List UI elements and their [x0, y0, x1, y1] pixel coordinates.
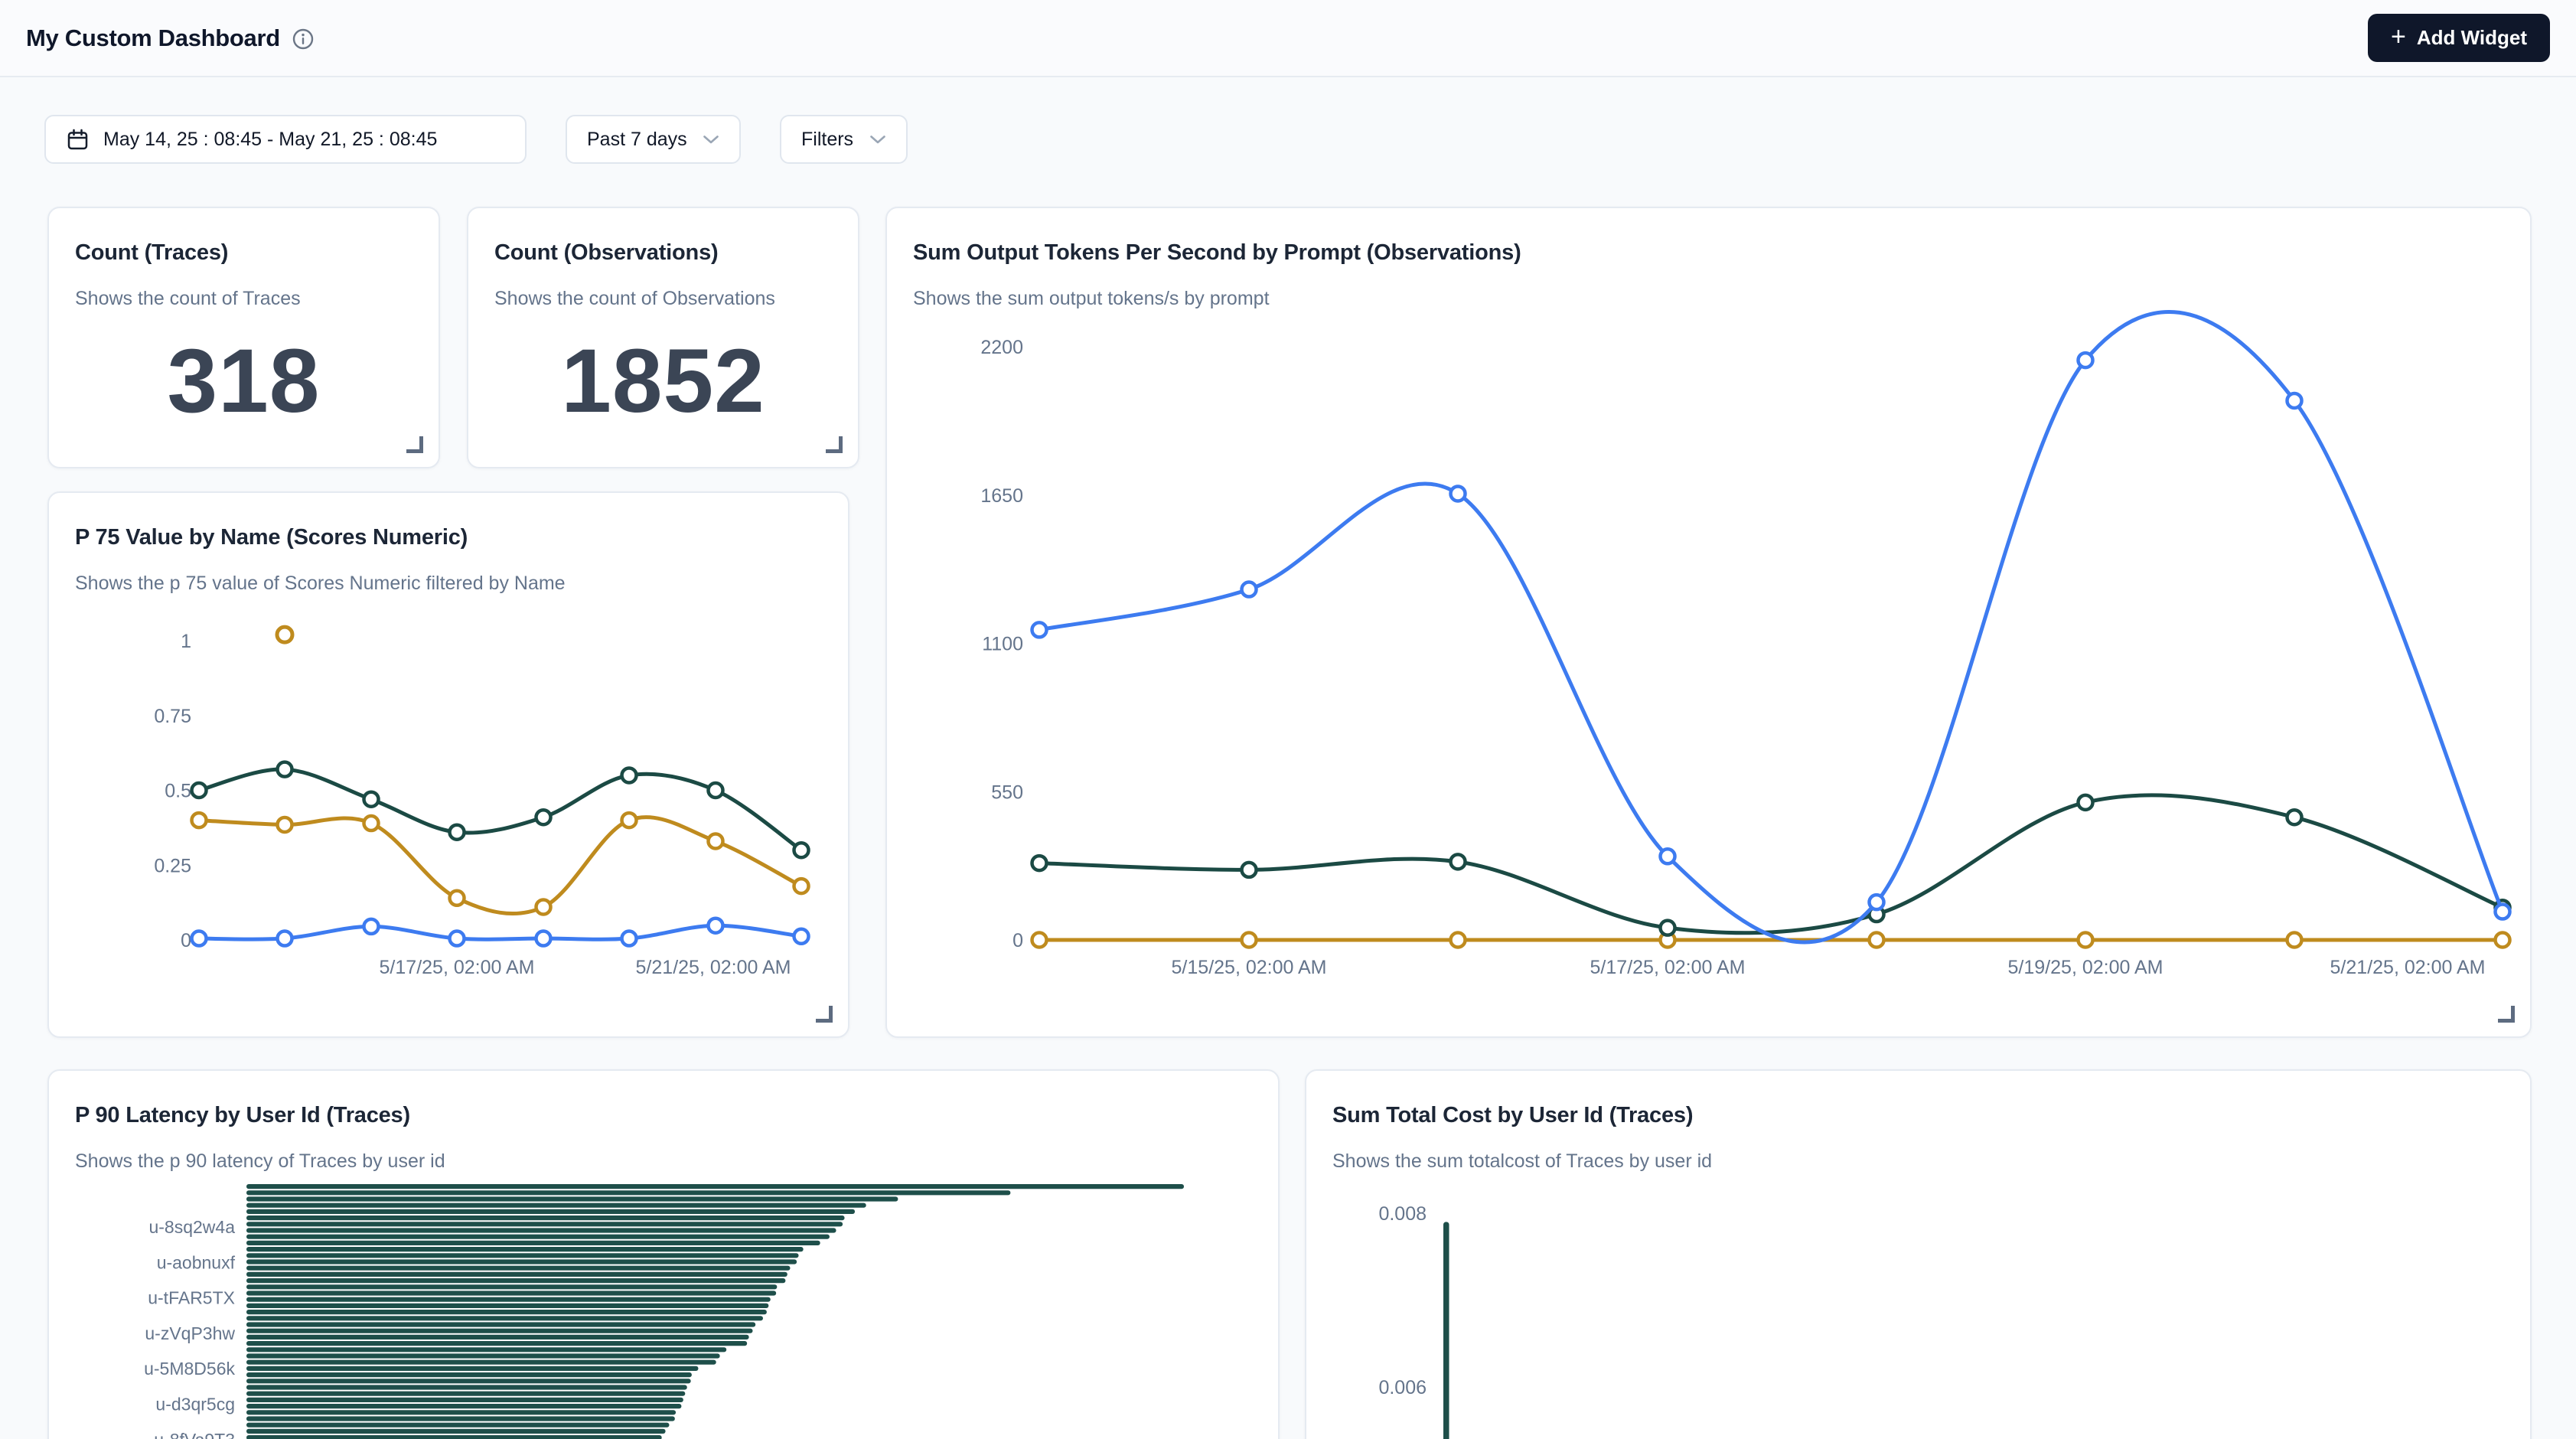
widget-title: Count (Observations): [494, 240, 718, 266]
page-title: My Custom Dashboard: [26, 24, 280, 52]
widget-title: Count (Traces): [75, 240, 228, 266]
svg-text:0.5: 0.5: [165, 781, 191, 802]
svg-text:5/21/25, 02:00 AM: 5/21/25, 02:00 AM: [636, 957, 791, 978]
svg-text:u-8sq2w4a: u-8sq2w4a: [148, 1217, 235, 1237]
widget-count-observations: Count (Observations) Shows the count of …: [467, 207, 859, 468]
svg-text:u-d3qr5cg: u-d3qr5cg: [155, 1395, 235, 1415]
filter-toolbar: May 14, 25 : 08:45 - May 21, 25 : 08:45 …: [44, 115, 908, 164]
cost-bar-chart[interactable]: 0.008 0.006: [1306, 1071, 2532, 1439]
chevron-down-icon: [703, 135, 719, 145]
p75-line-chart[interactable]: 0 0.25 0.5 0.75 1 5/17/25, 02:00 AM 5/21/25, 0…: [49, 493, 849, 1038]
widget-tokens-per-second: Sum Output Tokens Per Second by Prompt (…: [885, 207, 2532, 1038]
svg-text:0: 0: [181, 930, 191, 951]
chevron-down-icon: [869, 135, 886, 145]
svg-text:u-tFAR5TX: u-tFAR5TX: [148, 1288, 235, 1308]
svg-text:5/15/25, 02:00 AM: 5/15/25, 02:00 AM: [1172, 957, 1327, 978]
widget-p75-scores: P 75 Value by Name (Scores Numeric) Show…: [47, 491, 849, 1038]
svg-text:5/17/25, 02:00 AM: 5/17/25, 02:00 AM: [1590, 957, 1746, 978]
plus-icon: +: [2391, 24, 2406, 50]
tokens-line-chart[interactable]: 0 550 1100 1650 2200 5/15/25, 02:00 AM 5/17/25…: [887, 208, 2532, 1038]
count-observations-value: 1852: [468, 329, 858, 433]
calendar-icon: [66, 128, 90, 152]
p90-bar-chart[interactable]: u-8sq2w4a u-aobnuxf u-tFAR5TX u-zVqP3hw u-5M…: [49, 1071, 1280, 1439]
resize-handle-icon[interactable]: [2498, 1006, 2515, 1023]
svg-text:550: 550: [991, 781, 1023, 803]
add-widget-button[interactable]: + Add Widget: [2368, 14, 2550, 62]
resize-handle-icon[interactable]: [816, 1006, 833, 1023]
svg-text:0: 0: [1012, 930, 1023, 951]
svg-text:2200: 2200: [980, 337, 1023, 358]
svg-text:1: 1: [181, 631, 191, 652]
svg-text:1100: 1100: [982, 634, 1023, 655]
widget-count-traces: Count (Traces) Shows the count of Traces…: [47, 207, 440, 468]
date-range-picker[interactable]: May 14, 25 : 08:45 - May 21, 25 : 08:45: [44, 115, 527, 164]
date-range-value: May 14, 25 : 08:45 - May 21, 25 : 08:45: [103, 129, 437, 151]
svg-text:u-aobnuxf: u-aobnuxf: [157, 1252, 236, 1272]
svg-text:5/17/25, 02:00 AM: 5/17/25, 02:00 AM: [380, 957, 535, 978]
svg-text:0.006: 0.006: [1378, 1377, 1427, 1398]
svg-text:u-8fVa9T3: u-8fVa9T3: [154, 1430, 235, 1439]
resize-handle-icon[interactable]: [826, 436, 843, 453]
range-preset-value: Past 7 days: [587, 129, 687, 151]
svg-text:5/19/25, 02:00 AM: 5/19/25, 02:00 AM: [2008, 957, 2164, 978]
svg-text:0.008: 0.008: [1378, 1203, 1427, 1225]
info-icon[interactable]: [292, 28, 314, 50]
page-header: My Custom Dashboard + Add Widget: [0, 0, 2576, 77]
svg-text:1650: 1650: [980, 485, 1023, 507]
resize-handle-icon[interactable]: [406, 436, 423, 453]
range-preset-select[interactable]: Past 7 days: [566, 115, 741, 164]
add-widget-label: Add Widget: [2417, 26, 2527, 50]
count-traces-value: 318: [49, 329, 439, 433]
svg-text:5/21/25, 02:00 AM: 5/21/25, 02:00 AM: [2330, 957, 2486, 978]
svg-text:u-5M8D56k: u-5M8D56k: [144, 1359, 235, 1379]
svg-text:0.75: 0.75: [154, 706, 191, 727]
widget-subtitle: Shows the count of Observations: [494, 288, 775, 310]
widget-subtitle: Shows the count of Traces: [75, 288, 301, 310]
widget-p90-latency: P 90 Latency by User Id (Traces) Shows t…: [47, 1069, 1280, 1439]
svg-text:u-zVqP3hw: u-zVqP3hw: [145, 1323, 235, 1343]
svg-text:0.25: 0.25: [154, 855, 191, 876]
widget-total-cost: Sum Total Cost by User Id (Traces) Shows…: [1305, 1069, 2532, 1439]
filters-label: Filters: [801, 129, 853, 151]
filters-button[interactable]: Filters: [780, 115, 908, 164]
